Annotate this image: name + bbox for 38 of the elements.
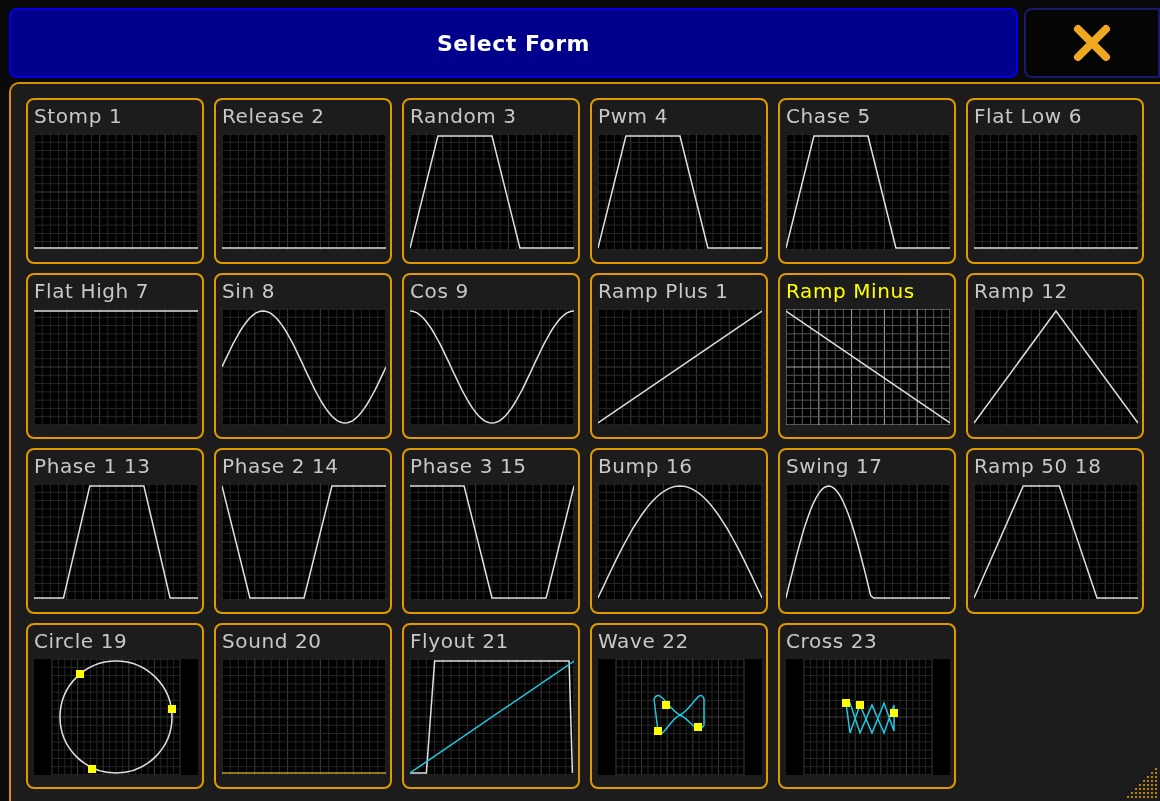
dialog-title: Select Form xyxy=(9,8,1018,78)
form-tile[interactable]: Cos 9 xyxy=(402,273,580,439)
form-tile[interactable]: Ramp 50 18 xyxy=(966,448,1144,614)
form-tile[interactable]: Flyout 21 xyxy=(402,623,580,789)
form-tile[interactable]: Wave 22 xyxy=(590,623,768,789)
point-marker xyxy=(694,723,702,731)
point-marker xyxy=(662,701,670,709)
form-tile[interactable]: Cross 23 xyxy=(778,623,956,789)
form-tile[interactable]: Circle 19 xyxy=(26,623,204,789)
wave-curve xyxy=(653,694,705,735)
form-tile[interactable]: Random 3 xyxy=(402,98,580,264)
close-icon xyxy=(1072,23,1112,63)
form-tile[interactable]: Stomp 1 xyxy=(26,98,204,264)
form-tile[interactable]: Flat Low 6 xyxy=(966,98,1144,264)
form-tile[interactable]: Bump 16 xyxy=(590,448,768,614)
point-marker xyxy=(890,709,898,717)
form-tile[interactable]: Release 2 xyxy=(214,98,392,264)
form-tile[interactable]: Swing 17 xyxy=(778,448,956,614)
form-tile[interactable]: Phase 3 15 xyxy=(402,448,580,614)
form-tile[interactable]: Phase 2 14 xyxy=(214,448,392,614)
point-marker xyxy=(654,727,662,735)
close-button[interactable] xyxy=(1024,8,1160,78)
form-tile[interactable]: Flat High 7 xyxy=(26,273,204,439)
form-tile[interactable]: Ramp Plus 1 xyxy=(590,273,768,439)
form-tile[interactable]: Pwm 4 xyxy=(590,98,768,264)
form-tile[interactable]: Ramp Minus xyxy=(778,273,956,439)
form-tile[interactable]: Sin 8 xyxy=(214,273,392,439)
form-tile[interactable]: Sound 20 xyxy=(214,623,392,789)
point-marker xyxy=(76,670,84,678)
point-marker xyxy=(856,701,864,709)
form-tile[interactable]: Ramp 12 xyxy=(966,273,1144,439)
point-marker xyxy=(88,765,96,773)
point-marker xyxy=(842,699,850,707)
zigzag-curve xyxy=(845,700,895,736)
form-tile[interactable]: Phase 1 13 xyxy=(26,448,204,614)
point-marker xyxy=(168,705,176,713)
resize-grip-icon[interactable] xyxy=(1126,767,1160,801)
form-tile[interactable]: Chase 5 xyxy=(778,98,956,264)
